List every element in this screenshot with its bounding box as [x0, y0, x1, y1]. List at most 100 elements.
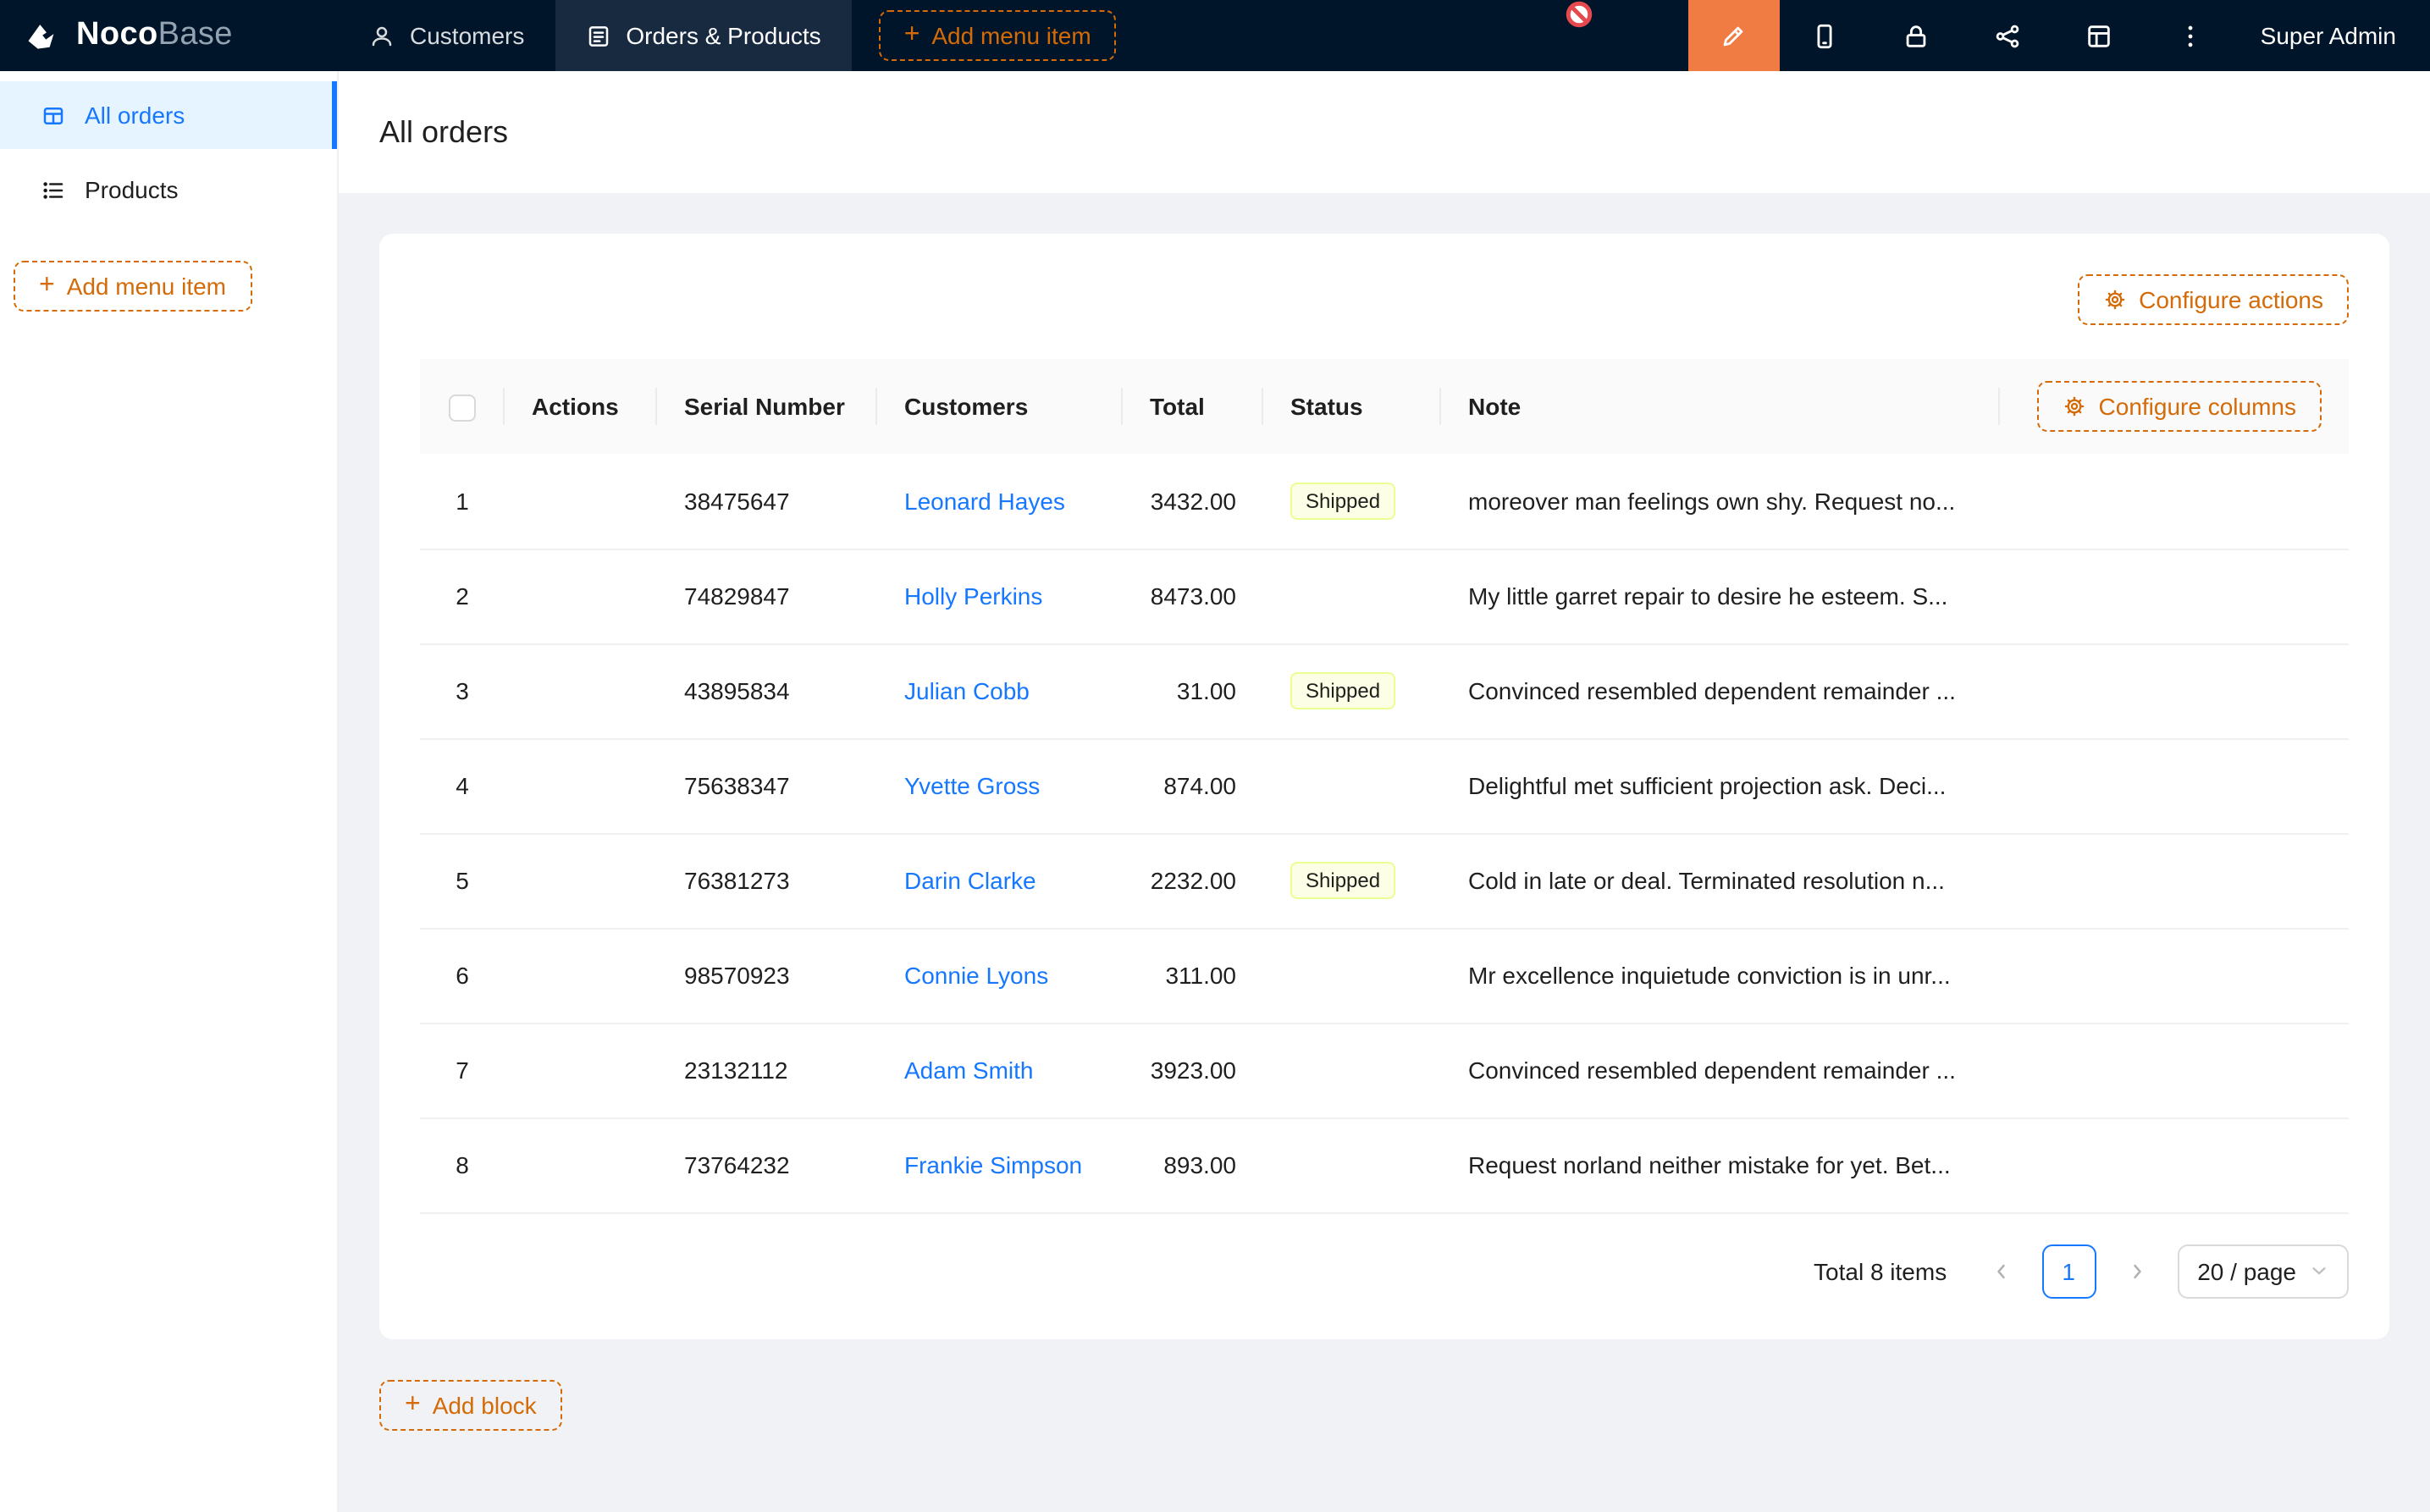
total-cell: 893.00: [1123, 1117, 1263, 1212]
configure-actions-button[interactable]: Configure actions: [2078, 274, 2349, 325]
ui-editor-button[interactable]: [1688, 0, 1780, 71]
plus-icon: +: [405, 1391, 421, 1418]
status-tag: Shipped: [1290, 483, 1395, 520]
table-row[interactable]: 3 43895834 Julian Cobb 31.00 Shipped Con…: [420, 643, 2349, 738]
total-cell: 31.00: [1123, 643, 1263, 738]
customer-link[interactable]: Leonard Hayes: [904, 488, 1065, 515]
select-all-checkbox[interactable]: [449, 394, 476, 421]
api-share-icon: [1994, 21, 2023, 50]
row-index: 5: [456, 867, 469, 894]
customer-link[interactable]: Connie Lyons: [904, 962, 1048, 989]
page-content: Configure actions Actions Serial Number …: [339, 193, 2430, 1512]
row-index: 3: [456, 677, 469, 704]
plugin-manager-button[interactable]: [1963, 0, 2054, 71]
table-row[interactable]: 2 74829847 Holly Perkins 8473.00 My litt…: [420, 549, 2349, 643]
row-actions-cell: [505, 454, 657, 549]
customer-link[interactable]: Yvette Gross: [904, 772, 1040, 799]
nav-item-orders-products[interactable]: Orders & Products: [555, 0, 851, 71]
row-actions-cell: [505, 833, 657, 928]
nocobase-logo-icon: [24, 17, 61, 54]
row-config-cell: [2000, 1117, 2349, 1212]
add-menu-item-label: Add menu item: [67, 273, 226, 300]
chevron-down-icon: [2310, 1261, 2328, 1280]
note-cell: moreover man feelings own shy. Request n…: [1441, 454, 2000, 549]
note-cell: Request norland neither mistake for yet.…: [1441, 1117, 2000, 1212]
sidebar-item-products[interactable]: Products: [0, 156, 337, 223]
row-config-cell: [2000, 643, 2349, 738]
mobile-client-button[interactable]: [1780, 0, 1871, 71]
total-cell: 2232.00: [1123, 833, 1263, 928]
serial-number-cell: 23132112: [657, 1023, 877, 1117]
gear-icon: [2063, 395, 2087, 418]
add-block-button[interactable]: + Add block: [379, 1379, 562, 1430]
row-config-cell: [2000, 928, 2349, 1023]
security-button[interactable]: [1871, 0, 1963, 71]
serial-number-cell: 98570923: [657, 928, 877, 1023]
row-config-cell: [2000, 549, 2349, 643]
ellipsis-vertical-icon: [2177, 21, 2206, 50]
serial-number-cell: 38475647: [657, 454, 877, 549]
sidebar-item-all-orders[interactable]: All orders: [0, 81, 337, 149]
main-content: All orders Configure actions: [339, 71, 2430, 1512]
user-name: Super Admin: [2261, 22, 2396, 49]
chevron-right-icon: [2126, 1261, 2146, 1281]
page-size-value: 20 / page: [2197, 1257, 2296, 1284]
top-nav-menu: Customers Orders & Products + Add menu i…: [339, 0, 1117, 71]
brand-bold: Noco: [76, 17, 158, 52]
sidebar: All orders Products + Add menu item: [0, 71, 339, 1512]
note-cell: Mr excellence inquietude conviction is i…: [1441, 928, 2000, 1023]
serial-number-cell: 73764232: [657, 1117, 877, 1212]
table-row[interactable]: 7 23132112 Adam Smith 3923.00 Convinced …: [420, 1023, 2349, 1117]
note-cell: Delightful met sufficient projection ask…: [1441, 738, 2000, 833]
sidebar-item-label: Products: [85, 176, 179, 203]
total-cell: 3432.00: [1123, 454, 1263, 549]
orders-table-body: 1 38475647 Leonard Hayes 3432.00 Shipped…: [420, 454, 2349, 1212]
row-index: 2: [456, 582, 469, 610]
total-cell: 311.00: [1123, 928, 1263, 1023]
unordered-list-icon: [41, 177, 66, 202]
nocobase-logo[interactable]: NocoBase: [0, 0, 339, 71]
serial-number-cell: 76381273: [657, 833, 877, 928]
table-row[interactable]: 5 76381273 Darin Clarke 2232.00 Shipped …: [420, 833, 2349, 928]
row-index: 4: [456, 772, 469, 799]
page-header: All orders: [339, 71, 2430, 193]
customer-link[interactable]: Julian Cobb: [904, 677, 1030, 704]
add-block-label: Add block: [433, 1391, 537, 1418]
table-row[interactable]: 6 98570923 Connie Lyons 311.00 Mr excell…: [420, 928, 2349, 1023]
table-row[interactable]: 4 75638347 Yvette Gross 874.00 Delightfu…: [420, 738, 2349, 833]
user-icon: [369, 23, 395, 48]
table-page-icon: [41, 102, 66, 128]
orders-table-block: Configure actions Actions Serial Number …: [379, 234, 2389, 1338]
column-header-total: Total: [1123, 359, 1263, 454]
pagination-next-button[interactable]: [2109, 1244, 2163, 1298]
app-viewport: NocoBase Customers Orders & Products + A…: [0, 0, 2430, 1512]
top-navbar: NocoBase Customers Orders & Products + A…: [0, 0, 2430, 71]
row-config-cell: [2000, 738, 2349, 833]
settings-center-button[interactable]: [2054, 0, 2146, 71]
table-row[interactable]: 1 38475647 Leonard Hayes 3432.00 Shipped…: [420, 454, 2349, 549]
add-menu-item-button-sidebar[interactable]: + Add menu item: [14, 261, 251, 312]
user-menu[interactable]: Super Admin: [2237, 0, 2430, 71]
row-index: 6: [456, 962, 469, 989]
brand-light: Base: [158, 17, 233, 52]
row-actions-cell: [505, 1023, 657, 1117]
row-config-cell: [2000, 454, 2349, 549]
customer-link[interactable]: Frankie Simpson: [904, 1151, 1082, 1178]
customer-link[interactable]: Darin Clarke: [904, 867, 1036, 894]
configure-columns-button[interactable]: Configure columns: [2038, 381, 2322, 432]
configure-columns-label: Configure columns: [2099, 393, 2296, 420]
nav-item-customers[interactable]: Customers: [339, 0, 555, 71]
customer-link[interactable]: Holly Perkins: [904, 582, 1042, 610]
more-actions-button[interactable]: [2146, 0, 2237, 71]
customer-link[interactable]: Adam Smith: [904, 1057, 1034, 1084]
note-cell: My little garret repair to desire he est…: [1441, 549, 2000, 643]
page-size-select[interactable]: 20 / page: [2177, 1244, 2349, 1298]
configure-actions-label: Configure actions: [2139, 286, 2323, 313]
row-actions-cell: [505, 738, 657, 833]
navbar-spacer: [1117, 0, 1688, 71]
pagination-prev-button[interactable]: [1974, 1244, 2028, 1298]
add-menu-item-button-header[interactable]: + Add menu item: [879, 10, 1117, 61]
pagination-page-button[interactable]: 1: [2041, 1244, 2096, 1298]
table-row[interactable]: 8 73764232 Frankie Simpson 893.00 Reques…: [420, 1117, 2349, 1212]
gear-icon: [2103, 288, 2127, 312]
